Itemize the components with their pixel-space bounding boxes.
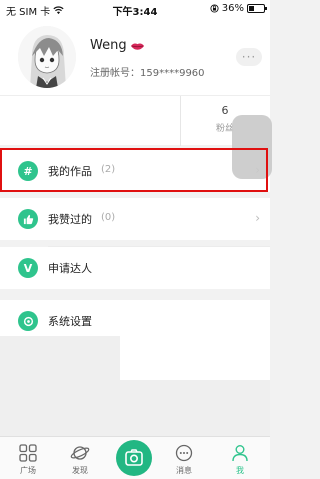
tab-label: 发现 [72,466,88,475]
tab-label: 广场 [20,466,36,475]
tab-discover[interactable]: 发现 [60,443,100,476]
settings-icon [18,311,38,331]
avatar[interactable] [18,26,76,88]
tab-square[interactable]: 广场 [8,443,48,476]
tab-label: 消息 [176,466,192,475]
username-text: Weng [90,38,127,53]
grid-icon [19,444,37,462]
more-button[interactable]: ··· [236,48,262,66]
camera-button[interactable] [116,440,152,476]
person-icon [232,445,248,462]
menu-label: 系统设置 [48,315,92,328]
rotation-lock-icon [210,4,219,13]
menu-item-apply-expert[interactable]: V 申请达人 [0,247,270,289]
chevron-right-icon: › [255,211,260,225]
tab-messages[interactable]: 消息 [164,443,204,476]
v-badge-icon: V [18,258,38,278]
account-number: 注册帐号：159****9960 [90,68,205,79]
battery-percent: 36% [221,3,244,14]
battery-icon [247,4,267,13]
battery-level [249,6,254,11]
avatar-illustration [18,26,76,88]
menu-label: 我赞过的 [48,213,92,226]
profile-header[interactable]: Weng 注册帐号：159****9960 ··· [0,18,270,95]
username: Weng [90,38,145,53]
menu-count: (0) [101,212,116,223]
tab-me[interactable]: 我 [220,443,260,476]
chat-bubble-icon [175,444,193,462]
status-right: 36% [210,3,267,14]
blank-overlay [120,336,270,380]
tab-label: 我 [236,466,244,475]
status-bar: 无 SIM 卡 下午3:44 36% [0,0,270,18]
thumbs-up-icon [18,209,38,229]
lips-icon [130,43,144,50]
planet-icon [70,446,90,460]
menu-item-liked[interactable]: 我赞过的 (0) › [0,198,270,240]
menu-label: 申请达人 [48,262,92,275]
stats-row: 6 粉丝 [0,95,270,146]
camera-icon [125,449,143,466]
highlight-box [0,148,268,192]
